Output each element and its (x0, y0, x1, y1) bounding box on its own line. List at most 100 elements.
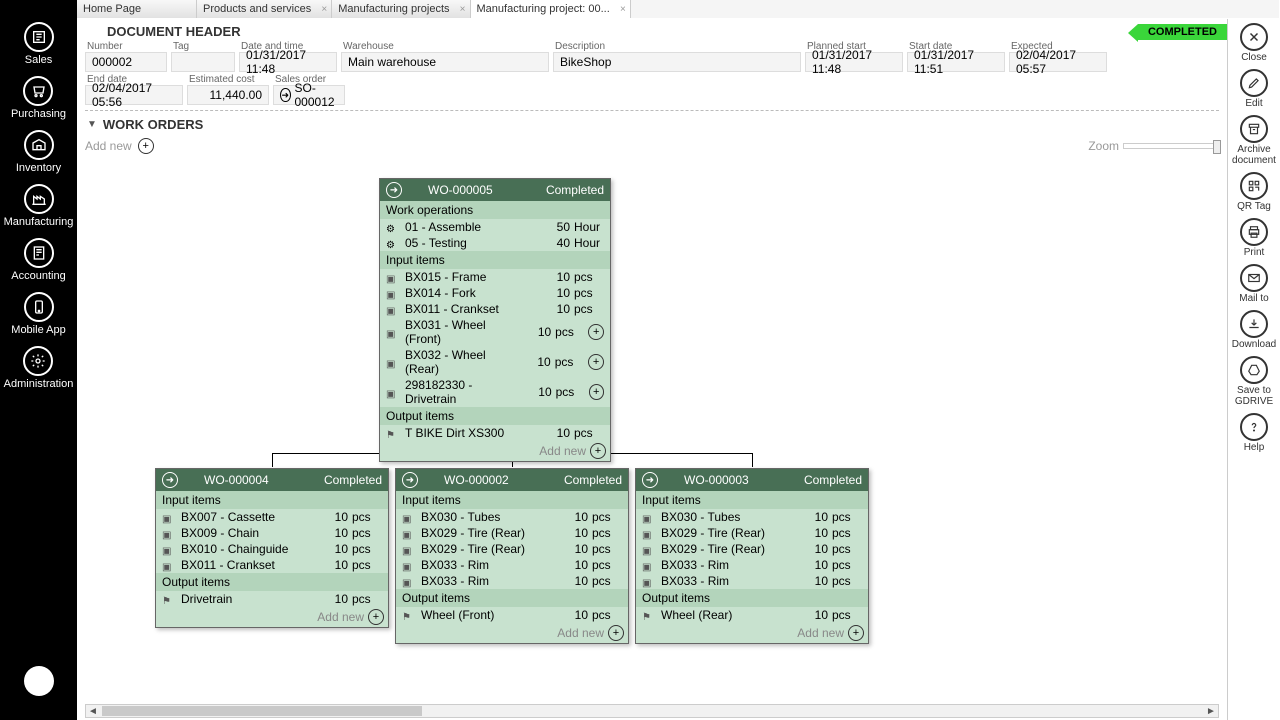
horizontal-scrollbar[interactable]: ◄► (85, 704, 1219, 718)
input-item-row[interactable]: BX029 - Tire (Rear)10pcs (636, 541, 868, 557)
input-item-row[interactable]: BX011 - Crankset10pcs (156, 557, 388, 573)
nav-mobile[interactable]: Mobile App (11, 292, 65, 336)
add-item-button[interactable]: + (588, 354, 604, 370)
operation-row[interactable]: 05 - Testing40Hour (380, 235, 610, 251)
qr-button[interactable]: QR Tag (1237, 172, 1271, 212)
tab-projects[interactable]: Manufacturing projects× (332, 0, 470, 18)
add-output-button[interactable]: + (590, 443, 606, 459)
input-item-row[interactable]: BX014 - Fork10pcs (380, 285, 610, 301)
item-icon (402, 527, 414, 539)
input-item-row[interactable]: BX029 - Tire (Rear)10pcs (636, 525, 868, 541)
input-item-row[interactable]: BX030 - Tubes10pcs (396, 509, 628, 525)
goto-icon[interactable]: ➜ (162, 472, 178, 488)
card-wo-000002[interactable]: ➜WO-000002CompletedInput itemsBX030 - Tu… (395, 468, 629, 644)
field-value[interactable]: ➜SO-000012 (273, 85, 345, 105)
input-item-row[interactable]: BX030 - Tubes10pcs (636, 509, 868, 525)
work-order-status: Completed (546, 183, 604, 197)
zoom-slider[interactable] (1123, 143, 1219, 149)
input-item-row[interactable]: BX015 - Frame10pcs (380, 269, 610, 285)
field-value[interactable]: 01/31/2017 11:48 (239, 52, 337, 72)
nav-inventory[interactable]: Inventory (16, 130, 61, 174)
archive-button[interactable]: Archive document (1228, 115, 1280, 166)
output-item-row[interactable]: Wheel (Front)10pcs (396, 607, 628, 623)
edit-button[interactable]: Edit (1240, 69, 1268, 109)
print-button[interactable]: Print (1240, 218, 1268, 258)
download-button[interactable]: Download (1232, 310, 1276, 350)
goto-icon[interactable]: ➜ (402, 472, 418, 488)
add-item-button[interactable]: + (589, 384, 604, 400)
field-value[interactable]: 02/04/2017 05:56 (85, 85, 183, 105)
field-value[interactable]: 02/04/2017 05:57 (1009, 52, 1107, 72)
close-icon[interactable]: × (460, 4, 466, 15)
tab-home[interactable]: Home Page (77, 0, 197, 18)
group-label: Input items (380, 251, 610, 269)
nav-admin[interactable]: Administration (4, 346, 74, 390)
item-icon (642, 511, 654, 523)
item-icon (402, 511, 414, 523)
input-item-row[interactable]: BX009 - Chain10pcs (156, 525, 388, 541)
card-wo-000005[interactable]: ➜WO-000005CompletedWork operations01 - A… (379, 178, 611, 462)
field-value[interactable]: 000002 (85, 52, 167, 72)
group-label: Input items (156, 491, 388, 509)
add-output-button[interactable]: + (368, 609, 384, 625)
input-item-row[interactable]: BX029 - Tire (Rear)10pcs (396, 541, 628, 557)
flag-icon (386, 427, 398, 439)
input-item-row[interactable]: BX029 - Tire (Rear)10pcs (396, 525, 628, 541)
nav-sales[interactable]: Sales (24, 22, 54, 66)
work-order-id: WO-000004 (204, 473, 269, 487)
nav-manufacturing[interactable]: Manufacturing (4, 184, 74, 228)
output-item-row[interactable]: Wheel (Rear)10pcs (636, 607, 868, 623)
field-value[interactable]: 01/31/2017 11:48 (805, 52, 903, 72)
close-icon[interactable]: × (321, 4, 327, 15)
field-value[interactable] (171, 52, 235, 72)
field-value[interactable]: BikeShop (553, 52, 801, 72)
input-item-row[interactable]: BX011 - Crankset10pcs (380, 301, 610, 317)
item-icon (386, 303, 398, 315)
item-icon (402, 559, 414, 571)
add-item-button[interactable]: + (588, 324, 604, 340)
field-label: Number (85, 41, 167, 52)
input-item-row[interactable]: 298182330 - Drivetrain10pcs+ (380, 377, 610, 407)
field-label: Description (553, 41, 801, 52)
input-item-row[interactable]: BX031 - Wheel (Front)10pcs+ (380, 317, 610, 347)
close-button[interactable]: Close (1240, 23, 1268, 63)
input-item-row[interactable]: BX033 - Rim10pcs (636, 573, 868, 589)
mail-button[interactable]: Mail to (1239, 264, 1268, 304)
output-item-row[interactable]: T BIKE Dirt XS30010pcs (380, 425, 610, 441)
output-item-row[interactable]: Drivetrain10pcs (156, 591, 388, 607)
operation-row[interactable]: 01 - Assemble50Hour (380, 219, 610, 235)
add-work-order-button[interactable]: + (138, 138, 154, 154)
chat-icon[interactable] (24, 666, 54, 696)
input-item-row[interactable]: BX033 - Rim10pcs (396, 573, 628, 589)
flag-icon (642, 609, 654, 621)
item-icon (162, 559, 174, 571)
gdrive-button[interactable]: Save to GDRIVE (1228, 356, 1280, 407)
input-item-row[interactable]: BX032 - Wheel (Rear)10pcs+ (380, 347, 610, 377)
gear-icon (386, 237, 398, 249)
header-fields-row1: Number000002TagDate and time01/31/2017 1… (77, 41, 1227, 74)
input-item-row[interactable]: BX007 - Cassette10pcs (156, 509, 388, 525)
goto-icon[interactable]: ➜ (642, 472, 658, 488)
field-value[interactable]: 11,440.00 (187, 85, 269, 105)
help-button[interactable]: Help (1240, 413, 1268, 453)
tab-products[interactable]: Products and services× (197, 0, 332, 18)
input-item-row[interactable]: BX010 - Chainguide10pcs (156, 541, 388, 557)
input-item-row[interactable]: BX033 - Rim10pcs (396, 557, 628, 573)
card-wo-000004[interactable]: ➜WO-000004CompletedInput itemsBX007 - Ca… (155, 468, 389, 628)
group-label: Output items (156, 573, 388, 591)
input-item-row[interactable]: BX033 - Rim10pcs (636, 557, 868, 573)
field-value[interactable]: 01/31/2017 11:51 (907, 52, 1005, 72)
main-content: COMPLETED DOCUMENT HEADER Number000002Ta… (77, 18, 1227, 720)
card-wo-000003[interactable]: ➜WO-000003CompletedInput itemsBX030 - Tu… (635, 468, 869, 644)
nav-purchasing[interactable]: Purchasing (11, 76, 66, 120)
close-icon[interactable]: × (620, 4, 626, 15)
goto-icon[interactable]: ➜ (386, 182, 402, 198)
work-orders-title[interactable]: ▼WORK ORDERS (77, 111, 1227, 134)
add-output-button[interactable]: + (608, 625, 624, 641)
add-output-button[interactable]: + (848, 625, 864, 641)
goto-icon[interactable]: ➜ (280, 88, 291, 102)
work-order-status: Completed (564, 473, 622, 487)
nav-accounting[interactable]: Accounting (11, 238, 65, 282)
field-value[interactable]: Main warehouse (341, 52, 549, 72)
tab-project-detail[interactable]: Manufacturing project: 00...× (471, 0, 631, 18)
